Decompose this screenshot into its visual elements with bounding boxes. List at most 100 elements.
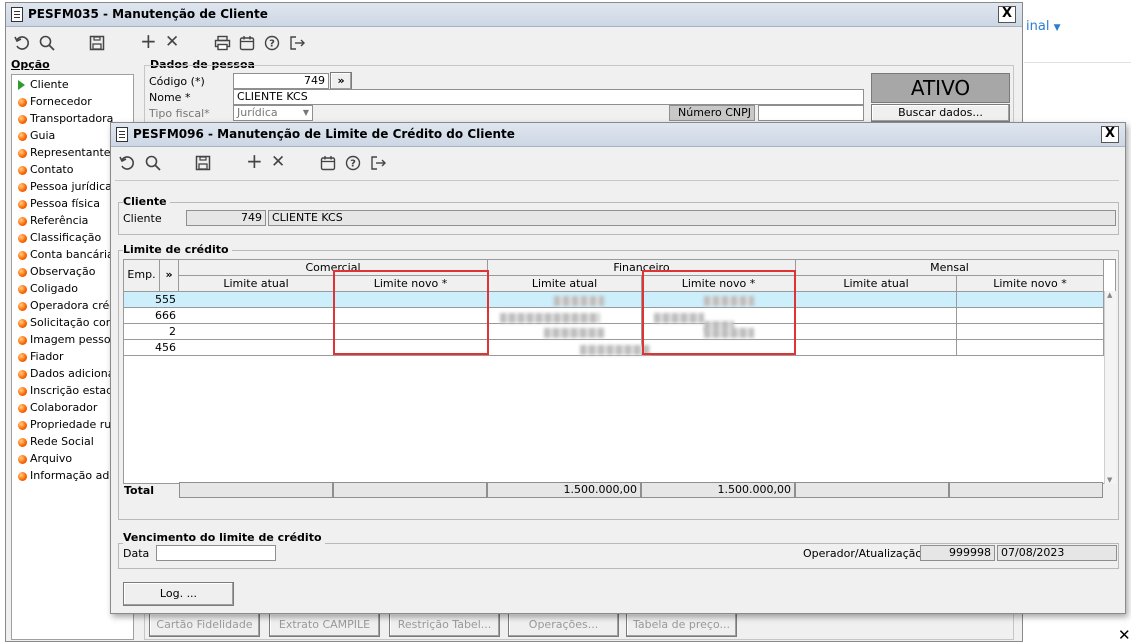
codigo-label: Código (*) (149, 75, 205, 88)
background-close-icon[interactable]: ✕ (1118, 628, 1131, 643)
search-icon[interactable] (145, 155, 161, 171)
tabela-preco-button[interactable]: Tabela de preço... (626, 613, 737, 637)
buscar-dados-button[interactable]: Buscar dados... (871, 104, 1010, 122)
table-cell[interactable] (957, 324, 1104, 340)
extrato-button[interactable]: Extrato CAMPILE (269, 613, 380, 637)
menu-item-label: Classificação (30, 231, 102, 244)
outer-close-button[interactable]: X (998, 6, 1016, 23)
menu-item-label: Coligado (30, 282, 78, 295)
status-badge: ATIVO (871, 73, 1010, 103)
operacoes-button[interactable]: Operações... (508, 613, 619, 637)
background-app-link[interactable]: inal ▼ (1026, 19, 1061, 34)
codigo-field[interactable]: 749 (233, 73, 329, 89)
table-row[interactable]: 2 (124, 324, 179, 340)
data-field[interactable] (156, 545, 276, 561)
table-row[interactable]: 456 (124, 340, 179, 356)
limite-grid: Emp.» Comercial Financeiro Mensal Limite atu… (123, 259, 1116, 484)
cnpj-field[interactable] (758, 105, 864, 121)
table-cell[interactable] (796, 324, 957, 340)
total-cell-4 (795, 482, 949, 498)
expand-columns-button[interactable]: » (160, 260, 179, 292)
cartao-fidelidade-button[interactable]: Cartão Fidelidade (149, 613, 260, 637)
background-link-text: inal (1026, 19, 1050, 34)
bullet-icon (18, 404, 27, 413)
log-button[interactable]: Log. ... (123, 582, 234, 606)
table-row[interactable]: 666 (124, 308, 179, 324)
redacted-value (580, 345, 650, 355)
nome-field[interactable]: CLIENTE KCS (233, 89, 864, 105)
caret-down-icon: ▼ (1053, 23, 1061, 33)
table-row[interactable]: 555 (124, 292, 179, 308)
credit-titlebar: PESFM096 - Manutenção de Limite de Crédi… (111, 123, 1125, 147)
grid-scrollbar[interactable]: ▲ ▼ (1104, 291, 1116, 484)
restricao-button[interactable]: Restrição Tabel... (389, 613, 500, 637)
bullet-icon (18, 183, 27, 192)
calendar-icon[interactable] (320, 155, 336, 171)
column-header-2[interactable]: Limite atual (488, 276, 642, 292)
add-icon[interactable]: + (140, 31, 157, 51)
bullet-icon (18, 98, 27, 107)
nome-label: Nome * (149, 91, 191, 104)
print-icon[interactable] (214, 35, 231, 51)
tipo-fiscal-value: Jurídica (237, 106, 278, 119)
scroll-down-icon[interactable]: ▼ (1107, 476, 1112, 484)
save-icon[interactable] (89, 35, 105, 51)
outer-window-title: PESFM035 - Manutenção de Cliente (28, 7, 268, 21)
table-cell[interactable] (957, 340, 1104, 356)
table-cell[interactable] (796, 308, 957, 324)
undo-icon[interactable] (119, 155, 135, 171)
add-icon[interactable]: + (246, 151, 263, 171)
table-cell[interactable] (179, 340, 334, 356)
cnpj-label: Número CNPJ (678, 106, 751, 119)
table-cell[interactable] (179, 308, 334, 324)
background-divider (1024, 62, 1131, 63)
scroll-up-icon[interactable]: ▲ (1107, 291, 1112, 299)
table-cell[interactable] (179, 292, 334, 308)
help-icon[interactable]: ? (264, 35, 280, 51)
codigo-more-button[interactable]: » (330, 72, 352, 90)
limite-section-title: Limite de crédito (123, 243, 232, 256)
credit-close-button[interactable]: X (1101, 126, 1119, 143)
search-icon[interactable] (39, 35, 55, 51)
calendar-icon[interactable] (239, 35, 255, 51)
help-icon[interactable]: ? (345, 155, 361, 171)
outer-titlebar: PESFM035 - Manutenção de Cliente X (6, 3, 1022, 27)
bullet-icon (18, 353, 27, 362)
credit-window-title: PESFM096 - Manutenção de Limite de Crédi… (133, 127, 515, 141)
menu-item-label: Colaborador (30, 401, 98, 414)
bullet-icon (18, 370, 27, 379)
svg-text:?: ? (269, 39, 275, 50)
undo-icon[interactable] (14, 35, 30, 51)
column-header-5[interactable]: Limite novo * (957, 276, 1104, 292)
cliente-label: Cliente (123, 212, 162, 225)
tipo-fiscal-select[interactable]: Jurídica ▼ (233, 105, 313, 121)
cliente-name-field: CLIENTE KCS (268, 210, 1116, 226)
bullet-icon (18, 217, 27, 226)
table-cell[interactable] (957, 292, 1104, 308)
dropdown-arrow-icon: ▼ (302, 108, 309, 117)
bullet-icon (18, 455, 27, 464)
table-cell[interactable] (796, 292, 957, 308)
delete-icon[interactable]: ✕ (165, 34, 179, 51)
column-header-0[interactable]: Limite atual (179, 276, 334, 292)
total-cell-0 (179, 482, 333, 498)
exit-icon[interactable] (370, 155, 387, 171)
bullet-icon (18, 302, 27, 311)
cliente-section-title: Cliente (123, 195, 170, 208)
table-cell[interactable] (179, 324, 334, 340)
table-cell[interactable] (796, 340, 957, 356)
bullet-icon (18, 472, 27, 481)
bullet-icon (18, 387, 27, 396)
outer-toolbar: + ✕ ? (6, 31, 1022, 57)
exit-icon[interactable] (289, 35, 306, 51)
column-header-4[interactable]: Limite atual (796, 276, 957, 292)
play-arrow-icon (18, 80, 25, 90)
tipo-fiscal-label: Tipo fiscal* (149, 107, 210, 120)
table-cell[interactable] (957, 308, 1104, 324)
operador-label: Operador/Atualização (803, 547, 923, 560)
delete-icon[interactable]: ✕ (271, 154, 285, 171)
redacted-value (554, 296, 604, 306)
save-icon[interactable] (195, 155, 211, 171)
emp-header: Emp. (124, 260, 160, 292)
bullet-icon (18, 234, 27, 243)
